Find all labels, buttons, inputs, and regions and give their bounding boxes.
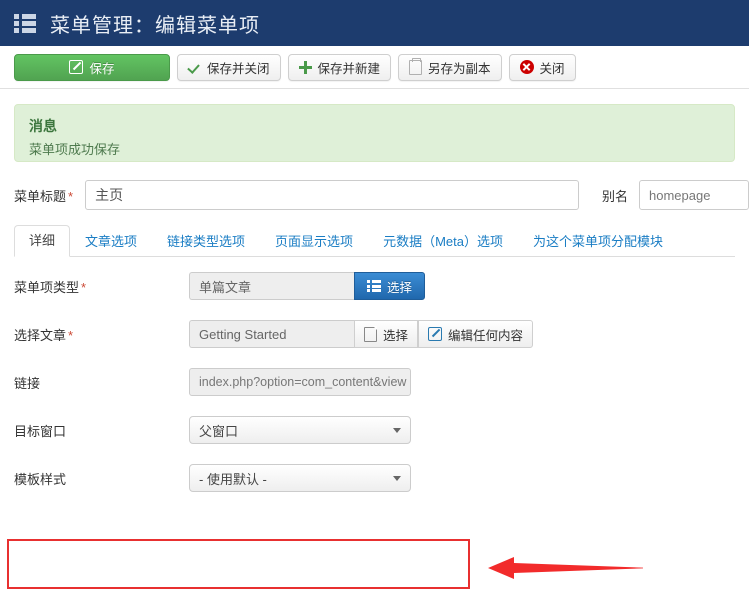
plus-icon	[298, 60, 312, 74]
check-icon	[188, 61, 201, 74]
save-and-new-label: 保存并新建	[317, 61, 381, 76]
title-row: 菜单标题* 别名	[14, 180, 749, 210]
target-window-row: 目标窗口 父窗口	[0, 413, 749, 447]
annotation-arrow	[488, 557, 643, 579]
edit-content-button[interactable]: 编辑任何内容	[418, 320, 534, 348]
required-marker: *	[68, 327, 74, 343]
tab-details[interactable]: 详细	[14, 225, 71, 257]
menu-item-type-group: 单篇文章 选择	[189, 272, 426, 300]
list-icon	[14, 13, 36, 33]
toolbar: 保存 保存并关闭 保存并新建 另存为副本 关闭	[0, 46, 749, 89]
link-label: 链接	[14, 375, 41, 391]
chevron-down-icon	[393, 475, 401, 481]
tab-article-options[interactable]: 文章选项	[70, 226, 152, 257]
annotation-highlight-box	[7, 539, 470, 589]
tab-link-type-options[interactable]: 链接类型选项	[152, 226, 260, 257]
close-circle-icon	[519, 60, 534, 74]
menu-item-type-label: 菜单项类型 *	[14, 277, 189, 296]
chevron-down-icon	[393, 427, 401, 433]
alias-input[interactable]	[639, 180, 749, 210]
close-button-label: 关闭	[539, 61, 565, 76]
select-article-label: 选择文章 *	[14, 325, 189, 344]
success-message: 消息 菜单项成功保存	[14, 104, 735, 162]
save-as-copy-button[interactable]: 另存为副本	[398, 53, 502, 81]
link-row: 链接 index.php?option=com_content&view	[0, 365, 749, 399]
required-marker: *	[81, 279, 87, 295]
menu-title-input[interactable]	[85, 180, 579, 210]
alias-label: 别名	[601, 188, 628, 204]
menu-item-type-select-label: 选择	[387, 280, 413, 295]
tab-bar: 详细 文章选项 链接类型选项 页面显示选项 元数据（Meta）选项 为这个菜单项…	[14, 225, 735, 257]
target-window-value: 父窗口	[199, 423, 239, 439]
template-style-label: 模板样式	[14, 471, 67, 487]
copy-icon	[409, 57, 423, 75]
template-style-value: - 使用默认 -	[199, 471, 267, 487]
select-article-row: 选择文章 * Getting Started 选择 编辑任何内容	[0, 317, 749, 351]
close-button[interactable]: 关闭	[508, 53, 576, 81]
menu-item-type-select-button[interactable]: 选择	[354, 272, 426, 300]
app-header: 菜单管理：编辑菜单项	[0, 0, 749, 46]
required-marker: *	[68, 188, 74, 204]
save-and-close-label: 保存并关闭	[207, 61, 270, 76]
template-style-row: 模板样式 - 使用默认 -	[0, 461, 749, 495]
pencil-square-icon	[428, 327, 443, 341]
target-window-label: 目标窗口	[14, 423, 67, 439]
target-window-select[interactable]: 父窗口	[189, 416, 411, 444]
select-article-button[interactable]: 选择	[354, 320, 419, 348]
save-button[interactable]: 保存	[14, 53, 170, 81]
menu-item-type-value: 单篇文章	[189, 272, 354, 300]
select-article-value: Getting Started	[189, 320, 354, 348]
save-and-close-button[interactable]: 保存并关闭	[177, 53, 281, 81]
tab-page-display-options[interactable]: 页面显示选项	[260, 226, 368, 257]
template-style-select[interactable]: - 使用默认 -	[189, 464, 411, 492]
save-button-label: 保存	[89, 61, 115, 76]
menu-title-label-text: 菜单标题	[14, 188, 67, 204]
save-and-new-button[interactable]: 保存并新建	[287, 53, 392, 81]
link-field: index.php?option=com_content&view	[189, 368, 411, 396]
message-title: 消息	[29, 118, 57, 134]
menu-title-label: 菜单标题 *	[14, 186, 73, 205]
select-article-label-text: 选择文章	[14, 327, 67, 343]
document-icon	[364, 326, 378, 342]
pencil-square-icon	[69, 60, 84, 74]
form-area: 菜单项类型 * 单篇文章 选择 选择文章 * Getting Started 选择	[0, 269, 749, 589]
list-icon	[367, 280, 381, 292]
tab-metadata-options[interactable]: 元数据（Meta）选项	[368, 226, 518, 257]
page-title: 菜单管理：编辑菜单项	[50, 14, 260, 37]
menu-item-type-row: 菜单项类型 * 单篇文章 选择	[0, 269, 749, 303]
save-as-copy-label: 另存为副本	[428, 61, 491, 76]
tab-module-assignment[interactable]: 为这个菜单项分配模块	[518, 226, 678, 257]
select-article-group: Getting Started 选择 编辑任何内容	[189, 320, 534, 348]
select-article-button-label: 选择	[383, 328, 409, 343]
message-text: 菜单项成功保存	[29, 142, 121, 157]
menu-item-type-label-text: 菜单项类型	[14, 279, 80, 295]
edit-content-button-label: 编辑任何内容	[448, 328, 524, 343]
